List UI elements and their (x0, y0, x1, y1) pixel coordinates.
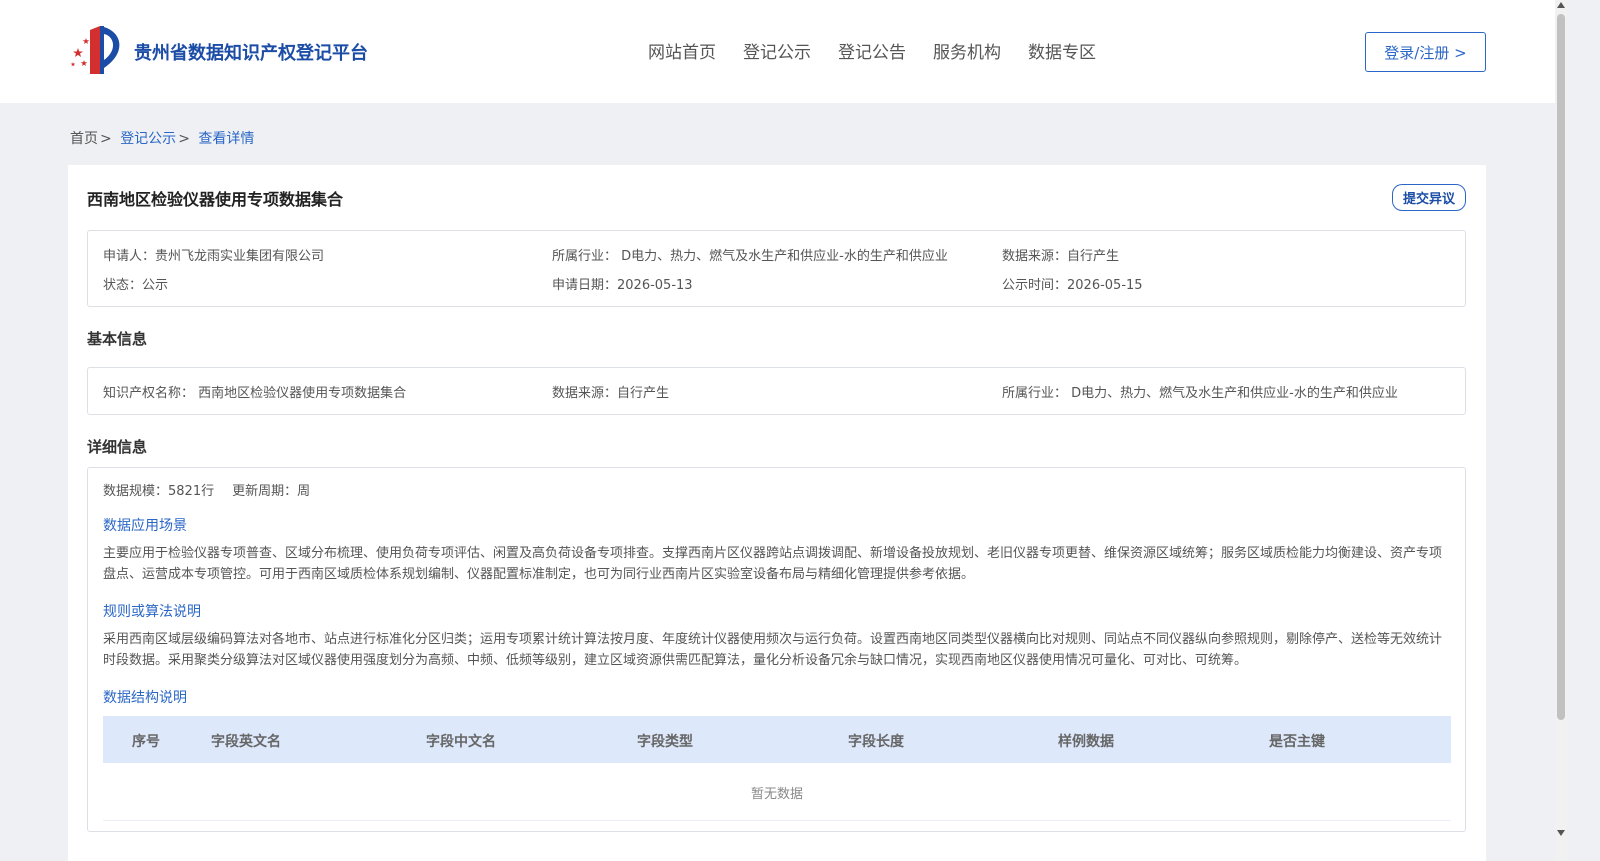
column-header-sample: 样例数据 (1058, 734, 1114, 750)
login-register-button[interactable]: 登录/注册 > (1365, 32, 1486, 72)
scenario-text: 主要应用于检验仪器专项普查、区域分布梳理、使用负荷专项评估、闲置及高负荷设备专项… (103, 546, 1443, 582)
basic-info-box: 知识产权名称： 西南地区检验仪器使用专项数据集合 数据来源：自行产生 所属行业：… (87, 367, 1466, 415)
submit-objection-button[interactable]: 提交异议 (1392, 184, 1466, 211)
basic-info-heading: 基本信息 (87, 330, 148, 348)
table-header-row: 序号 字段英文名 字段中文名 字段类型 字段长度 样例数据 是否主键 (103, 716, 1451, 763)
scrollbar-thumb[interactable] (1557, 14, 1565, 720)
detail-meta: 数据规模：5821行 更新周期：周 (103, 480, 328, 499)
page-scrollbar[interactable] (1555, 0, 1567, 861)
basic-data-source-field: 数据来源：自行产生 (552, 386, 670, 401)
scenario-heading: 数据应用场景 (103, 518, 187, 534)
column-header-chinese-name: 字段中文名 (426, 734, 496, 750)
nav-item-registration-announcement[interactable]: 登记公告 (838, 38, 906, 63)
detail-info-heading: 详细信息 (87, 438, 148, 456)
industry-field: 所属行业： D电力、热力、燃气及水生产和供应业-水的生产和供应业 (552, 249, 948, 264)
breadcrumb-home[interactable]: 首页 (70, 131, 98, 147)
breadcrumb-registration-publicity[interactable]: 登记公示 (120, 131, 176, 147)
column-header-primary-key: 是否主键 (1269, 734, 1325, 750)
algorithm-heading: 规则或算法说明 (103, 604, 201, 620)
algorithm-text: 采用西南区域层级编码算法对各地市、站点进行标准化分区归类；运用专项累计统计算法按… (103, 632, 1443, 668)
site-logo-icon (70, 26, 120, 74)
scroll-down-icon[interactable] (1557, 830, 1565, 836)
column-header-english-name: 字段英文名 (211, 734, 281, 750)
structure-heading: 数据结构说明 (103, 690, 187, 706)
record-summary: 申请人：贵州飞龙雨实业集团有限公司 所属行业： D电力、热力、燃气及水生产和供应… (87, 230, 1466, 307)
ip-name-field: 知识产权名称： 西南地区检验仪器使用专项数据集合 (103, 386, 407, 401)
column-header-index: 序号 (132, 734, 160, 750)
data-source-field: 数据来源：自行产生 (1002, 249, 1120, 264)
nav-item-home[interactable]: 网站首页 (648, 38, 716, 63)
scroll-up-icon[interactable] (1557, 2, 1565, 8)
nav-item-service-agencies[interactable]: 服务机构 (933, 38, 1001, 63)
basic-industry-field: 所属行业： D电力、热力、燃气及水生产和供应业-水的生产和供应业 (1002, 386, 1398, 401)
publish-date-field: 公示时间：2026-05-15 (1002, 278, 1143, 293)
column-header-type: 字段类型 (637, 734, 693, 750)
structure-table: 序号 字段英文名 字段中文名 字段类型 字段长度 样例数据 是否主键 暂无数据 (103, 716, 1451, 821)
site-title: 贵州省数据知识产权登记平台 (134, 43, 368, 64)
detail-card: 西南地区检验仪器使用专项数据集合 提交异议 申请人：贵州飞龙雨实业集团有限公司 … (68, 165, 1486, 861)
apply-date-field: 申请日期：2026-05-13 (552, 278, 693, 293)
breadcrumb-view-details[interactable]: 查看详情 (198, 131, 254, 147)
nav-item-registration-publicity[interactable]: 登记公示 (743, 38, 811, 63)
empty-state-text: 暂无数据 (750, 787, 803, 802)
update-cycle: 更新周期：周 (232, 484, 311, 499)
data-scale: 数据规模：5821行 (103, 484, 215, 499)
site-header: 贵州省数据知识产权登记平台 网站首页 登记公示 登记公告 服务机构 数据专区 登… (0, 0, 1555, 103)
breadcrumb: 首页 > 登记公示 > 查看详情 (70, 128, 254, 148)
main-nav: 网站首页 登记公示 登记公告 服务机构 数据专区 (648, 38, 1123, 63)
column-header-length: 字段长度 (848, 734, 904, 750)
breadcrumb-separator: > (178, 131, 190, 147)
breadcrumb-separator: > (100, 131, 112, 147)
nav-item-data-zone[interactable]: 数据专区 (1028, 38, 1096, 63)
table-empty-row: 暂无数据 (103, 763, 1451, 821)
record-title: 西南地区检验仪器使用专项数据集合 (87, 190, 344, 209)
site-logo[interactable]: 贵州省数据知识产权登记平台 (70, 26, 368, 78)
applicant-field: 申请人：贵州飞龙雨实业集团有限公司 (103, 249, 325, 264)
status-field: 状态：公示 (103, 278, 169, 293)
detail-info-box: 数据规模：5821行 更新周期：周 数据应用场景 主要应用于检验仪器专项普查、区域… (87, 467, 1466, 832)
